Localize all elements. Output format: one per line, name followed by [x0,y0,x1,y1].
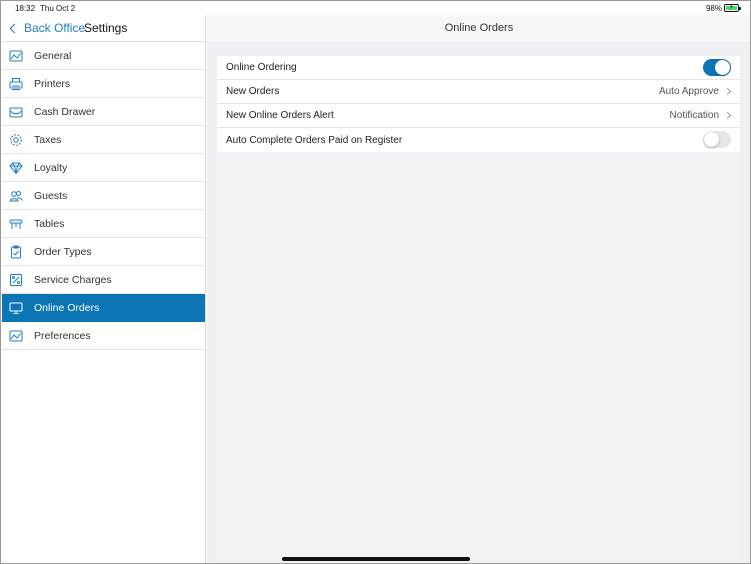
row-value: Notification [669,110,719,121]
sidebar-item-label: Online Orders [34,301,100,314]
sidebar-item-label: General [34,49,72,62]
sidebar-header: Back Office Settings [2,15,205,42]
status-time: 18:32 [15,4,36,13]
sidebar-item-label: Order Types [34,245,92,258]
online-ordering-toggle[interactable] [703,59,731,76]
table-icon [9,217,23,231]
sidebar-item-service-charges[interactable]: Service Charges [2,266,205,294]
row-value: Auto Approve [658,86,719,97]
chart-icon [9,49,23,63]
settings-sidebar: Back Office Settings General Printers Ca… [2,15,206,563]
diamond-icon [9,161,23,175]
chevron-left-icon [9,23,20,33]
auto-complete-orders-row: Auto Complete Orders Paid on Register [217,128,740,152]
sidebar-item-label: Taxes [34,133,62,146]
sidebar-item-label: Service Charges [34,273,112,286]
sidebar-item-loyalty[interactable]: Loyalty [2,154,205,182]
row-label: New Orders [226,86,280,97]
back-office-button[interactable]: Back Office [8,21,85,35]
sidebar-item-guests[interactable]: Guests [2,182,205,210]
auto-complete-orders-toggle[interactable] [703,131,731,148]
sidebar-item-order-types[interactable]: Order Types [2,238,205,266]
app-window: 18:32 Thu Oct 2 98% ⚡ Back Office Settin… [0,0,751,564]
row-label: Online Ordering [226,62,297,73]
online-ordering-row: Online Ordering [217,56,740,80]
sidebar-item-preferences[interactable]: Preferences [2,322,205,350]
sidebar-item-label: Preferences [34,329,91,342]
sidebar-item-label: Loyalty [34,161,68,174]
clipboard-icon [9,245,23,259]
home-indicator[interactable] [282,557,470,561]
chevron-right-icon [723,111,732,120]
settings-group: Online Ordering New Orders Auto Approve … [217,56,740,152]
chevron-right-icon [723,87,732,96]
row-label: Auto Complete Orders Paid on Register [226,134,403,146]
gear-icon [9,133,23,147]
sidebar-item-general[interactable]: General [2,42,205,70]
sidebar-item-tables[interactable]: Tables [2,210,205,238]
monitor-icon [9,301,23,315]
cash-drawer-icon [9,105,23,119]
new-orders-row[interactable]: New Orders Auto Approve [217,80,740,104]
chart-icon [9,329,23,343]
back-button-label: Back Office [24,21,86,35]
sidebar-item-label: Tables [34,217,65,230]
sidebar-item-printers[interactable]: Printers [2,70,205,98]
sidebar-item-online-orders[interactable]: Online Orders [2,294,205,322]
users-icon [9,189,23,203]
percent-icon [9,273,23,287]
new-online-orders-alert-row[interactable]: New Online Orders Alert Notification [217,104,740,128]
status-date: Thu Oct 2 [40,4,76,13]
sidebar-item-label: Cash Drawer [34,105,96,118]
sidebar-item-taxes[interactable]: Taxes [2,126,205,154]
battery-icon: ⚡ [724,4,741,12]
sidebar-item-label: Guests [34,189,68,202]
page-title: Online Orders [207,15,750,42]
battery-percent: 98% [705,4,722,13]
main-content: Online Orders Online Ordering New Orders… [207,15,750,563]
sidebar-title: Settings [84,21,128,35]
sidebar-item-label: Printers [34,77,71,90]
status-bar: 18:32 Thu Oct 2 98% ⚡ [1,1,750,15]
sidebar-item-cash-drawer[interactable]: Cash Drawer [2,98,205,126]
printer-icon [9,77,23,91]
row-label: New Online Orders Alert [226,110,334,121]
